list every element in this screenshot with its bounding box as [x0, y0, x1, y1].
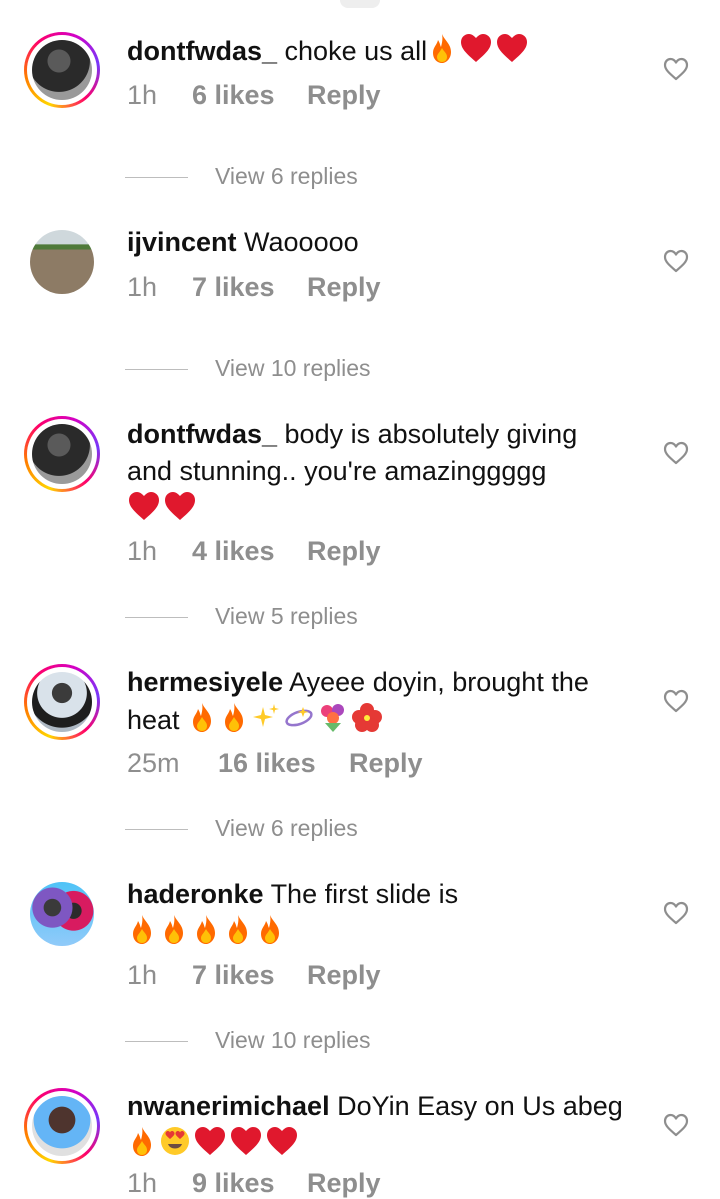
- fire-icon: [159, 913, 189, 955]
- heart-outline-icon[interactable]: [663, 249, 689, 273]
- comment-likes[interactable]: 7 likes: [192, 272, 275, 303]
- heart-outline-icon[interactable]: [663, 441, 689, 465]
- drag-handle[interactable]: [340, 0, 380, 8]
- divider: [125, 177, 188, 178]
- avatar[interactable]: [24, 416, 100, 492]
- fire-icon: [127, 1125, 157, 1167]
- avatar[interactable]: [24, 32, 100, 108]
- view-replies[interactable]: View 6 replies: [0, 815, 720, 845]
- view-replies[interactable]: View 6 replies: [0, 163, 720, 193]
- hibiscus-icon: [351, 701, 383, 743]
- view-replies[interactable]: View 10 replies: [0, 355, 720, 385]
- comment-time: 25m: [127, 748, 180, 778]
- heart-icon: [495, 32, 529, 74]
- reply-button[interactable]: Reply: [307, 1168, 381, 1199]
- comment-likes[interactable]: 6 likes: [192, 80, 275, 111]
- comment-time: 1h: [127, 960, 158, 990]
- comment-text: choke us all: [284, 36, 428, 66]
- comment-likes[interactable]: 7 likes: [192, 960, 275, 991]
- view-replies[interactable]: View 5 replies: [0, 603, 720, 633]
- heart-icon: [265, 1125, 299, 1167]
- dizzy-icon: [283, 701, 315, 743]
- heart-eyes-icon: [159, 1125, 191, 1167]
- view-replies-label[interactable]: View 5 replies: [215, 603, 358, 630]
- view-replies-label[interactable]: View 6 replies: [215, 815, 358, 842]
- heart-icon: [193, 1125, 227, 1167]
- heart-outline-icon[interactable]: [663, 57, 689, 81]
- divider: [125, 829, 188, 830]
- heart-outline-icon[interactable]: [663, 689, 689, 713]
- bouquet-icon: [317, 701, 349, 743]
- comment-text: Waooooo: [244, 227, 359, 257]
- avatar[interactable]: [24, 224, 100, 300]
- comment-likes[interactable]: 9 likes: [192, 1168, 275, 1199]
- heart-outline-icon[interactable]: [663, 901, 689, 925]
- fire-icon: [187, 701, 217, 743]
- comment-time: 1h: [127, 536, 158, 566]
- comment-username[interactable]: hermesiyele: [127, 667, 283, 697]
- view-replies-label[interactable]: View 10 replies: [215, 1027, 371, 1054]
- comment-username[interactable]: dontfwdas_: [127, 419, 277, 449]
- fire-icon: [427, 32, 457, 74]
- heart-icon: [163, 490, 197, 532]
- divider: [125, 617, 188, 618]
- reply-button[interactable]: Reply: [307, 960, 381, 991]
- heart-outline-icon[interactable]: [663, 1113, 689, 1137]
- avatar[interactable]: [24, 1088, 100, 1164]
- comment-username[interactable]: ijvincent: [127, 227, 237, 257]
- heart-icon: [229, 1125, 263, 1167]
- fire-icon: [223, 913, 253, 955]
- view-replies[interactable]: View 10 replies: [0, 1027, 720, 1057]
- view-replies-label[interactable]: View 6 replies: [215, 163, 358, 190]
- comment-time: 1h: [127, 272, 158, 302]
- fire-icon: [127, 913, 157, 955]
- heart-icon: [127, 490, 161, 532]
- comment-username[interactable]: nwanerimichael: [127, 1091, 330, 1121]
- comment-text: DoYin Easy on Us abeg: [337, 1091, 623, 1121]
- comment-username[interactable]: dontfwdas_: [127, 36, 277, 66]
- fire-icon: [255, 913, 285, 955]
- reply-button[interactable]: Reply: [307, 536, 381, 567]
- comment-likes[interactable]: 4 likes: [192, 536, 275, 567]
- comment-time: 1h: [127, 80, 158, 110]
- reply-button[interactable]: Reply: [349, 748, 423, 779]
- heart-icon: [459, 32, 493, 74]
- sparkles-icon: [251, 701, 281, 743]
- reply-button[interactable]: Reply: [307, 80, 381, 111]
- avatar[interactable]: [24, 876, 100, 952]
- comment-time: 1h: [127, 1168, 158, 1198]
- fire-icon: [219, 701, 249, 743]
- divider: [125, 1041, 188, 1042]
- comment-likes[interactable]: 16 likes: [218, 748, 316, 779]
- comment-username[interactable]: haderonke: [127, 879, 264, 909]
- fire-icon: [191, 913, 221, 955]
- avatar[interactable]: [24, 664, 100, 740]
- comment-text: The first slide is: [270, 879, 459, 909]
- divider: [125, 369, 188, 370]
- view-replies-label[interactable]: View 10 replies: [215, 355, 371, 382]
- reply-button[interactable]: Reply: [307, 272, 381, 303]
